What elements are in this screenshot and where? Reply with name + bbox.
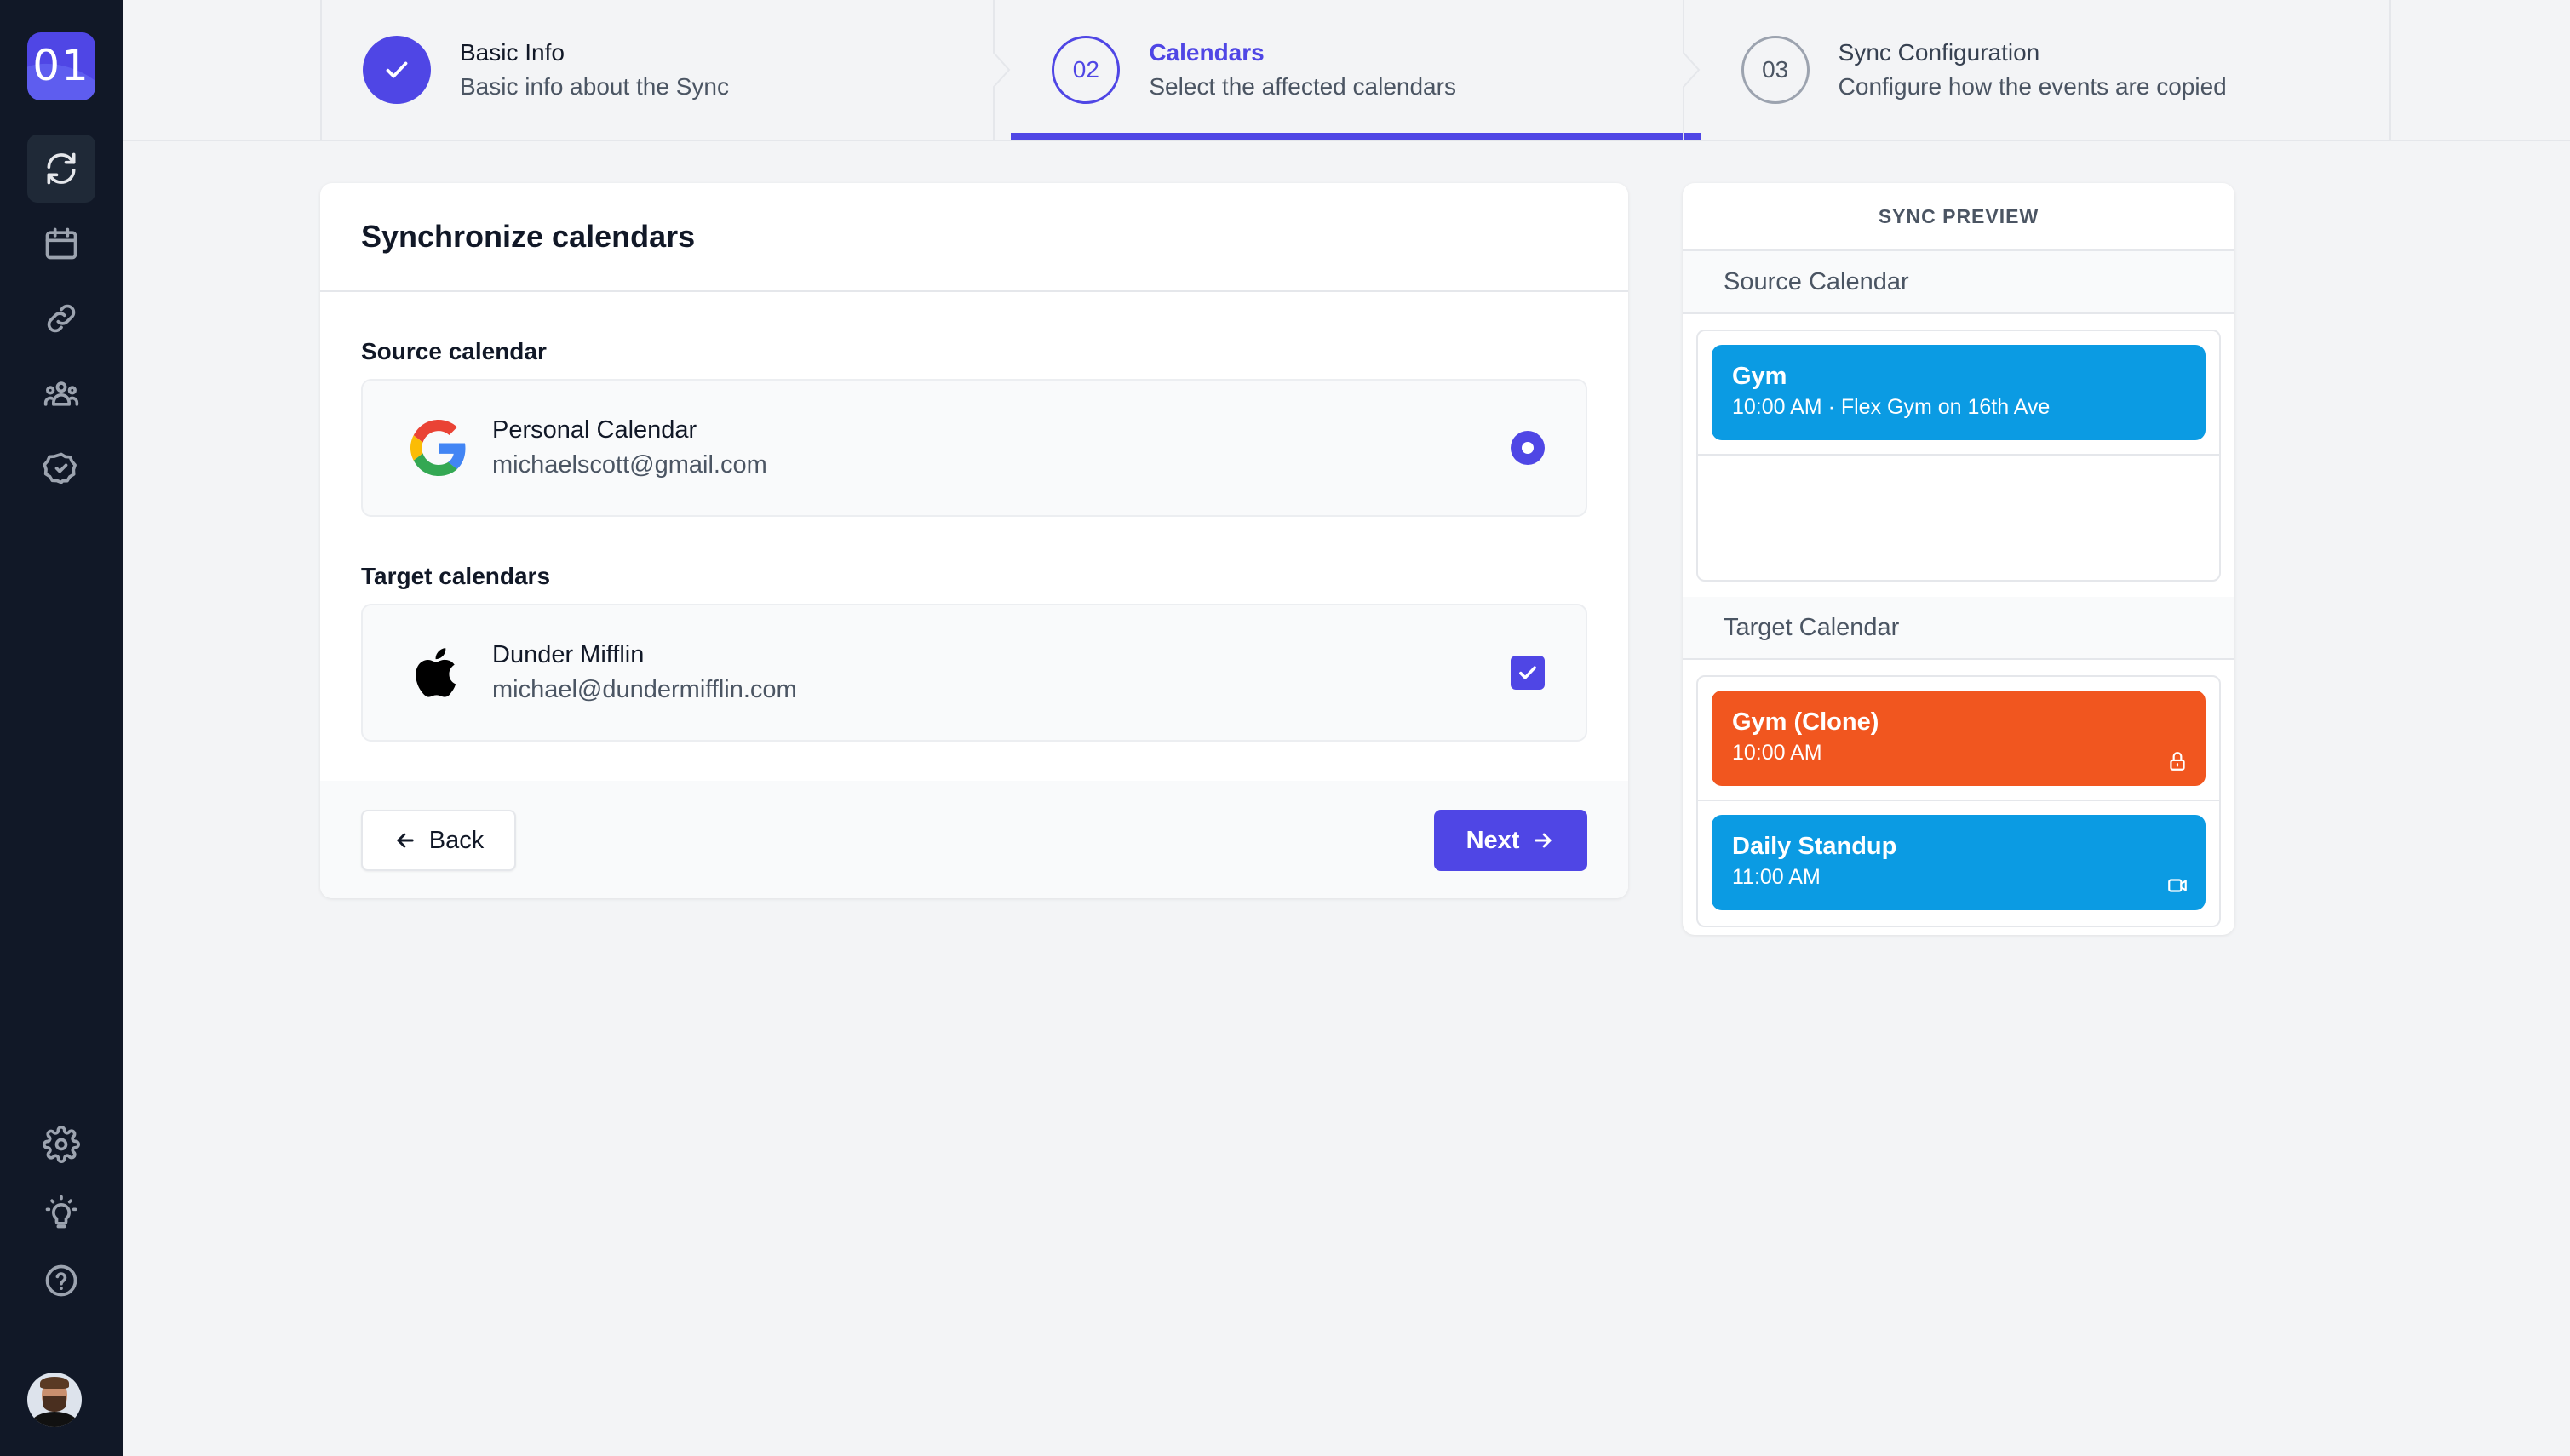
event-gym[interactable]: Gym 10:00 AM · Flex Gym on 16th Ave [1712,345,2206,440]
link-icon [47,304,76,333]
step-calendars[interactable]: 02 Calendars Select the affected calenda… [1011,0,1701,140]
step-sync-configuration[interactable]: 03 Sync Configuration Configure how the … [1701,0,2389,140]
lightbulb-icon [45,1195,77,1229]
arrow-right-icon [1535,833,1552,848]
logo-text: 01 [32,41,90,90]
refresh-icon [47,152,76,185]
step-title: Sync Configuration [1838,39,2040,66]
card-header: Synchronize calendars [320,183,1628,292]
check-icon [1519,666,1536,679]
sidebar-item-help[interactable] [27,1247,95,1315]
target-calendars-label: Target calendars [361,563,551,589]
google-icon [409,418,468,478]
calendar-name: Personal Calendar [492,416,697,444]
lock-icon [2170,752,2185,771]
preview-target-label: Target Calendar [1683,597,2234,660]
preview-target-calendar: Gym (Clone) 10:00 AM Daily Standup 11:00… [1696,675,2221,927]
sidebar: 01 [0,0,123,1456]
gear-icon [43,1126,80,1163]
event-time: 10:00 AM [1732,741,1822,765]
step-subtitle: Select the affected calendars [1149,73,1456,100]
help-circle-icon [45,1264,77,1297]
time-slot: Daily Standup 11:00 AM [1698,801,2219,926]
event-title: Daily Standup [1732,833,1897,860]
time-slot-empty [1698,456,2219,580]
active-step-indicator [1011,133,1701,140]
step-complete-circle [363,36,431,104]
users-icon [43,381,79,406]
arrow-left-icon [397,833,414,848]
user-avatar[interactable] [27,1373,82,1427]
source-radio-selected[interactable] [1511,431,1545,465]
step-basic-info[interactable]: Basic Info Basic info about the Sync [322,0,1011,140]
app-logo[interactable]: 01 [27,32,95,100]
sidebar-item-verified[interactable] [27,434,95,502]
calendar-name: Dunder Mifflin [492,641,645,668]
step-number: 03 [1741,36,1810,104]
back-button-label: Back [428,826,485,854]
step-subtitle: Configure how the events are copied [1838,73,2227,100]
event-title: Gym [1732,363,1787,390]
back-button[interactable]: Back [361,810,516,871]
sync-preview-title: SYNC PREVIEW [1683,183,2234,251]
sync-preview-panel: SYNC PREVIEW Source Calendar Gym 10:00 A… [1683,183,2234,935]
preview-source-label: Source Calendar [1683,251,2234,314]
calendar-icon [45,227,77,260]
event-gym-clone[interactable]: Gym (Clone) 10:00 AM [1712,691,2206,786]
time-slot: Gym (Clone) 10:00 AM [1698,677,2219,801]
next-button-label: Next [1466,826,1520,854]
step-separator-chevron [1682,0,1701,140]
event-time: 11:00 AM [1732,865,1821,889]
calendar-email: michaelscott@gmail.com [492,451,767,479]
sidebar-item-team[interactable] [27,359,95,427]
source-calendar-label: Source calendar [361,338,547,364]
sidebar-item-syncs[interactable] [27,135,95,203]
time-slot: Gym 10:00 AM · Flex Gym on 16th Ave [1698,331,2219,456]
video-icon [2168,879,2187,892]
event-details: 10:00 AM · Flex Gym on 16th Ave [1732,395,2051,419]
step-subtitle: Basic info about the Sync [460,73,729,100]
sidebar-item-settings[interactable] [27,1110,95,1178]
target-calendar-option[interactable]: Dunder Mifflin michael@dundermifflin.com [361,604,1587,742]
step-separator-chevron [993,0,1011,140]
calendar-email: michael@dundermifflin.com [492,676,797,703]
sidebar-item-links[interactable] [27,284,95,353]
sidebar-item-calendars[interactable] [27,209,95,278]
stepper: Basic Info Basic info about the Sync 02 … [123,0,2570,141]
step-number: 02 [1052,36,1121,104]
event-daily-standup[interactable]: Daily Standup 11:00 AM [1712,815,2206,910]
sidebar-item-ideas[interactable] [27,1178,95,1247]
card-title: Synchronize calendars [361,219,696,254]
apple-icon [409,643,468,702]
step-title: Calendars [1149,39,1265,66]
card-footer: Back Next [320,781,1628,898]
synchronize-calendars-card: Synchronize calendars Source calendar Pe… [320,183,1628,898]
check-icon [386,61,408,78]
preview-source-calendar: Gym 10:00 AM · Flex Gym on 16th Ave [1696,330,2221,582]
badge-check-icon [43,452,77,484]
source-calendar-option[interactable]: Personal Calendar michaelscott@gmail.com [361,379,1587,517]
target-checkbox-checked[interactable] [1511,656,1545,690]
step-title: Basic Info [460,39,565,66]
event-title: Gym (Clone) [1732,708,1879,736]
next-button[interactable]: Next [1434,810,1587,871]
